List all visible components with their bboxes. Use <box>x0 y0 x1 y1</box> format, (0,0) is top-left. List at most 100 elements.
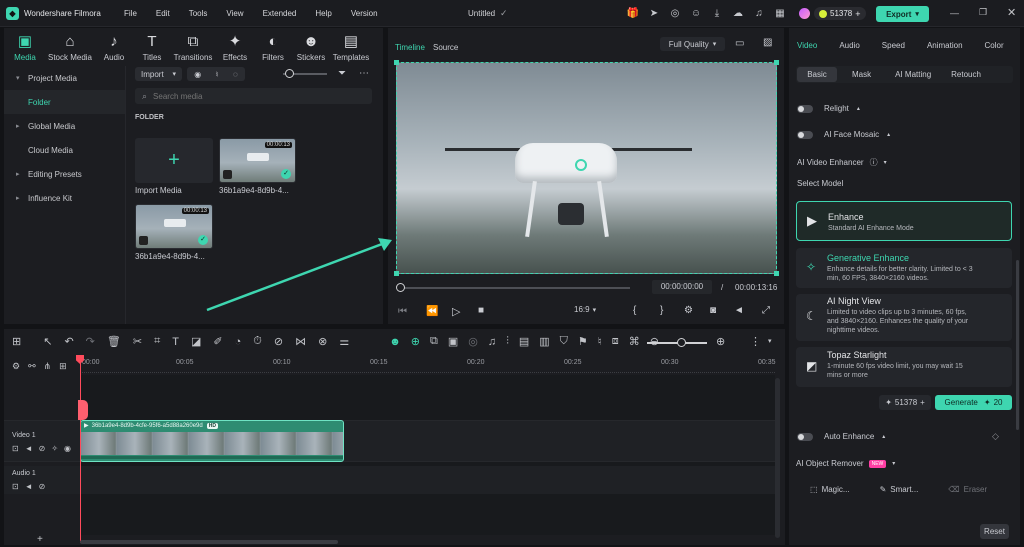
stop-icon[interactable]: ■ <box>478 305 484 316</box>
delete-icon[interactable]: 🗑 <box>107 335 121 348</box>
add-track-plus-icon[interactable]: + <box>37 534 43 545</box>
headset-icon[interactable]: ♫ <box>752 6 766 20</box>
model-card-generative[interactable]: ✧ Generative Enhance Enhance details for… <box>796 248 1012 288</box>
gift-icon[interactable]: 🎁 <box>626 6 640 20</box>
redo-icon[interactable]: ↷ <box>86 335 95 348</box>
subtab-ai-matting[interactable]: AI Matting <box>895 70 931 79</box>
tab-source[interactable]: Source <box>433 43 458 52</box>
microphone-icon[interactable]: ♮ <box>216 70 219 79</box>
tab-audio[interactable]: ♪ Audio <box>94 33 134 62</box>
voice-icon[interactable]: ◌ <box>233 70 238 79</box>
chevron-down-icon[interactable]: ▾ <box>892 460 895 467</box>
restore-icon[interactable]: ❐ <box>979 7 987 18</box>
speaker-icon[interactable]: ◄ <box>25 444 33 453</box>
search-bar[interactable]: ⌕ <box>135 88 372 104</box>
slider-handle[interactable] <box>285 69 294 78</box>
playhead-line[interactable] <box>80 355 81 543</box>
mic-icon[interactable]: ♮ <box>598 335 602 348</box>
relight-toggle[interactable] <box>797 104 813 113</box>
tab-color[interactable]: Color <box>985 41 1004 50</box>
voice-changer-icon[interactable]: ♫ <box>488 336 496 348</box>
effects-track-icon[interactable]: ✧ <box>51 444 58 453</box>
video-preview[interactable] <box>396 62 777 274</box>
grid-icon[interactable]: ▦ <box>773 6 787 20</box>
shield-icon[interactable]: ⛉ <box>560 335 568 348</box>
menu-file[interactable]: File <box>124 9 137 18</box>
crop-icon[interactable]: ⌗ <box>154 335 160 348</box>
grid-view-icon[interactable]: ▭ <box>735 38 744 49</box>
split-screen-icon[interactable]: ⧉ <box>430 335 438 348</box>
cloud-icon[interactable]: ☁ <box>731 6 745 20</box>
chevron-up-icon[interactable]: ▴ <box>882 433 885 440</box>
tab-audio-props[interactable]: Audio <box>839 41 859 50</box>
reset-button[interactable]: Reset <box>980 524 1009 539</box>
chevron-up-icon[interactable]: ▴ <box>857 105 860 112</box>
mask-icon[interactable]: ⊗ <box>318 335 327 348</box>
adjust-icon[interactable]: ⚌ <box>339 335 349 348</box>
import-media-tile[interactable]: + <box>135 138 213 183</box>
volume-icon[interactable]: ◄ <box>734 305 744 316</box>
media-clip-thumbnail[interactable]: 00:00:13 ✓ <box>219 138 296 183</box>
sidebar-item-cloud-media[interactable]: Cloud Media <box>4 138 125 162</box>
crop-handle[interactable] <box>774 60 779 65</box>
chevron-up-icon[interactable]: ▴ <box>887 131 890 138</box>
tool-eraser[interactable]: Eraser <box>964 485 988 494</box>
layout-icon[interactable]: ⊞ <box>12 335 21 348</box>
face-icon[interactable]: ☺ <box>689 6 703 20</box>
tab-transitions[interactable]: ⧉ Transitions <box>170 33 216 62</box>
crop-handle[interactable] <box>394 60 399 65</box>
timeline-vertical-scrollbar[interactable] <box>775 378 780 538</box>
tab-speed[interactable]: Speed <box>882 41 905 50</box>
avatar[interactable] <box>799 8 810 19</box>
tab-templates[interactable]: ▤ Templates <box>330 33 372 62</box>
subtitle-icon[interactable]: ▤ <box>519 335 529 348</box>
chevron-down-icon[interactable]: ▾ <box>884 159 887 166</box>
tab-titles[interactable]: T Titles <box>134 33 170 62</box>
scissors-icon[interactable]: ✂ <box>133 335 142 348</box>
snapshot-view-icon[interactable]: ▨ <box>763 37 772 48</box>
quality-dropdown[interactable]: Full Quality ▾ <box>660 37 725 51</box>
more-icon[interactable]: ⋯ <box>359 68 369 79</box>
search-input[interactable] <box>153 91 354 101</box>
import-dropdown[interactable]: Import ▾ <box>135 67 182 81</box>
tab-stock-media[interactable]: ⌂ Stock Media <box>46 33 94 62</box>
aspect-dropdown[interactable]: 16:9 ▾ <box>574 305 596 314</box>
sidebar-item-influence-kit[interactable]: ▸ Influence Kit <box>4 186 125 210</box>
sidebar-item-folder[interactable]: Folder <box>4 90 125 114</box>
undo-icon[interactable]: ↶ <box>64 335 73 348</box>
send-icon[interactable]: ➤ <box>647 6 661 20</box>
ai-mate-icon[interactable]: ☻ <box>389 336 401 348</box>
link-tracks-icon[interactable]: ⚯ <box>28 361 36 372</box>
detach-icon[interactable]: ◎ <box>468 335 478 348</box>
tab-media[interactable]: ▣ Media <box>4 33 46 62</box>
tab-video[interactable]: Video <box>797 41 817 50</box>
minimize-icon[interactable]: — <box>950 8 959 18</box>
timeline-menu-icon[interactable]: ⋮ <box>750 335 761 348</box>
sidebar-item-project-media[interactable]: ▾ Project Media <box>4 66 125 90</box>
marker-icon[interactable]: ⚑ <box>578 335 588 348</box>
export-button[interactable]: Export ▾ <box>876 6 929 22</box>
tab-timeline[interactable]: Timeline <box>395 43 425 52</box>
timeline-video-clip[interactable]: ▶ 36b1a9e4-8d9b-4cfe-95f6-a5d88a260e9d H… <box>80 420 344 462</box>
download-icon[interactable]: ⤓ <box>710 6 724 20</box>
subtab-basic[interactable]: Basic <box>797 67 837 82</box>
menu-extended[interactable]: Extended <box>263 9 297 18</box>
plus-icon[interactable]: + <box>920 398 925 407</box>
tab-stickers[interactable]: ☻ Stickers <box>292 33 330 62</box>
magnet-icon[interactable]: ⋔ <box>44 361 52 372</box>
play-icon[interactable]: ▷ <box>452 305 460 318</box>
face-mosaic-toggle[interactable] <box>797 130 813 139</box>
menu-version[interactable]: Version <box>351 9 378 18</box>
speaker-icon[interactable]: ◄ <box>25 482 33 491</box>
menu-tools[interactable]: Tools <box>189 9 208 18</box>
step-back-icon[interactable]: ⏪ <box>426 306 438 317</box>
help-icon[interactable]: ⓘ <box>870 157 878 168</box>
lock-icon[interactable]: ⊡ <box>12 482 19 491</box>
tab-filters[interactable]: ◐ Filters <box>254 33 292 62</box>
ai-icon[interactable]: ◎ <box>668 6 682 20</box>
render-icon[interactable]: ▥ <box>539 335 549 348</box>
sidebar-item-editing-presets[interactable]: ▸ Editing Presets <box>4 162 125 186</box>
speed-icon[interactable]: ◔ <box>235 336 242 348</box>
link-icon[interactable]: ⌘ <box>629 335 640 348</box>
filter-icon[interactable]: ⏷ <box>338 68 346 79</box>
